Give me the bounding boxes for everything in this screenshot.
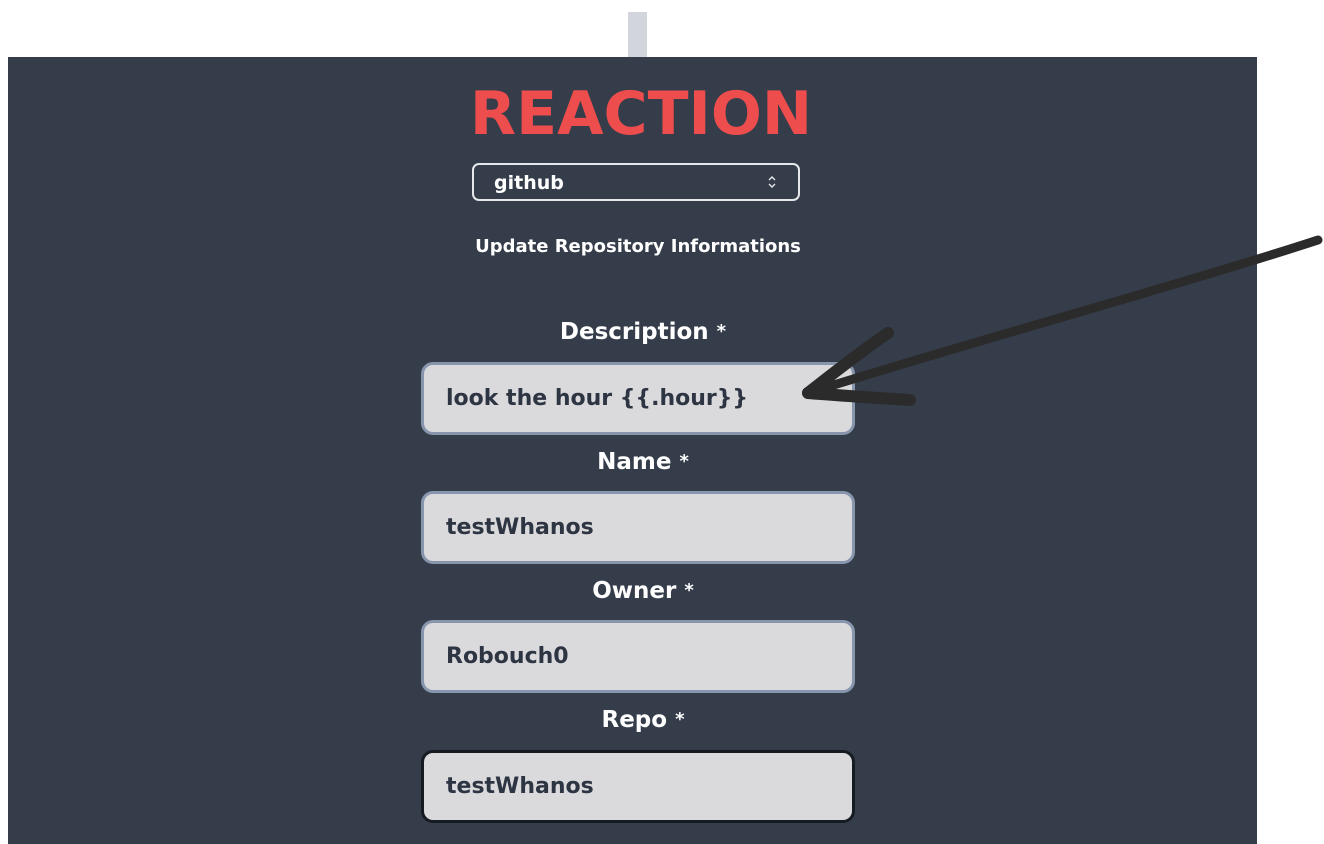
top-connector <box>628 12 647 58</box>
action-title: Update Repository Informations <box>475 236 801 257</box>
repo-label: Repo * <box>0 706 1286 734</box>
description-label: Description * <box>0 318 1286 346</box>
owner-label-text: Owner <box>592 578 677 604</box>
repo-label-text: Repo <box>601 707 668 733</box>
updown-chevron-icon <box>768 176 776 188</box>
description-label-text: Description <box>559 319 709 345</box>
name-input[interactable] <box>421 491 855 564</box>
description-required-mark: * <box>716 321 727 342</box>
repo-required-mark: * <box>675 709 685 730</box>
owner-required-mark: * <box>684 580 694 601</box>
name-label: Name * <box>0 448 1286 476</box>
service-select-value: github <box>494 172 564 194</box>
description-input[interactable] <box>421 362 855 435</box>
name-label-text: Name <box>597 449 672 475</box>
service-select[interactable]: github <box>472 163 800 201</box>
owner-input[interactable] <box>421 620 855 693</box>
name-required-mark: * <box>679 451 689 472</box>
owner-label: Owner * <box>0 577 1286 605</box>
reaction-title: REACTION <box>469 79 813 149</box>
repo-input[interactable] <box>421 750 855 823</box>
